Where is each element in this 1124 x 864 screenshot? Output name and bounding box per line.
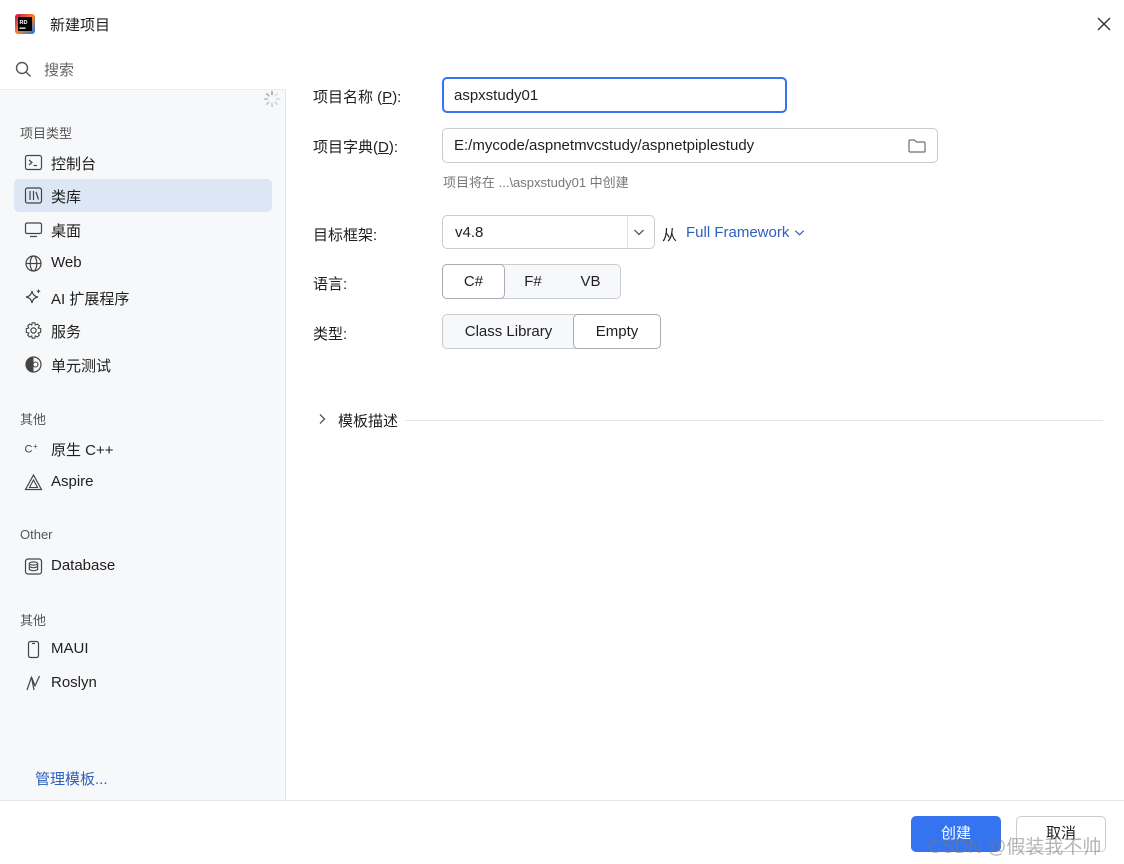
sidebar-item-label: 服务 <box>51 324 82 341</box>
search-icon <box>15 61 31 77</box>
chevron-down-icon <box>795 230 805 236</box>
sidebar-item-desktop[interactable]: 桌面 <box>14 213 272 246</box>
sidebar-item-database[interactable]: Database <box>14 550 272 583</box>
console-icon <box>24 154 43 171</box>
cpp-icon: C + <box>25 442 39 456</box>
project-type-sidebar: 项目类型 控制台 类库 桌面 Web <box>0 48 286 800</box>
title-bar: RD 新建项目 <box>0 0 1124 48</box>
type-label: 类型: <box>313 326 348 343</box>
gear-icon <box>25 322 42 339</box>
group-header-other-1: 其他 <box>20 412 47 427</box>
type-option-empty[interactable]: Empty <box>573 314 661 349</box>
target-framework-value: v4.8 <box>455 224 484 241</box>
type-segmented-control: Class Library Empty <box>442 314 661 349</box>
project-dir-field <box>442 128 938 163</box>
select-divider <box>627 216 628 248</box>
globe-icon <box>25 255 42 272</box>
sidebar-item-label: Database <box>51 557 116 574</box>
language-option-fsharp[interactable]: F# <box>505 264 561 299</box>
sidebar-item-console[interactable]: 控制台 <box>14 146 272 179</box>
sparkle-icon <box>25 289 41 304</box>
roslyn-icon <box>26 675 41 691</box>
language-option-vb[interactable]: VB <box>561 264 620 299</box>
target-framework-label: 目标框架: <box>313 227 378 244</box>
language-label: 语言: <box>313 276 348 293</box>
sidebar-item-label: 桌面 <box>51 223 82 240</box>
watermark: CSDN @假装我不帅 <box>928 837 1102 858</box>
desktop-icon <box>24 222 43 238</box>
project-dir-hint: 项目将在 ...\aspxstudy01 中创建 <box>443 175 629 190</box>
sidebar-item-roslyn[interactable]: Roslyn <box>14 667 272 700</box>
project-dir-input[interactable] <box>443 129 898 162</box>
project-name-input[interactable] <box>442 77 787 113</box>
sidebar-item-ai-extension[interactable]: AI 扩展程序 <box>14 281 272 314</box>
sidebar-item-unit-test[interactable]: 单元测试 <box>14 348 272 381</box>
sidebar-item-label: 单元测试 <box>51 358 112 375</box>
framework-type-dropdown[interactable]: Full Framework <box>686 224 805 241</box>
group-header-other-3: 其他 <box>20 613 47 628</box>
search-input[interactable] <box>44 58 264 82</box>
chevron-down-icon <box>634 229 644 236</box>
group-header-project-types: 项目类型 <box>20 126 73 141</box>
sidebar-item-label: AI 扩展程序 <box>51 291 130 308</box>
group-header-other-2: Other <box>20 527 53 542</box>
language-segmented-control: C# F# VB <box>442 264 621 299</box>
project-name-label: 项目名称 (P): <box>313 89 402 106</box>
sidebar-item-service[interactable]: 服务 <box>14 314 272 347</box>
sidebar-item-label: 类库 <box>51 189 82 206</box>
sidebar-item-label: Roslyn <box>51 674 97 691</box>
svg-text:RD: RD <box>20 20 28 26</box>
loading-spinner-icon <box>263 90 281 108</box>
framework-from-label: 从 <box>662 227 678 244</box>
svg-text:+: + <box>33 442 38 451</box>
sidebar-item-native-cpp[interactable]: C + 原生 C++ <box>14 432 272 465</box>
sidebar-item-label: 原生 C++ <box>51 442 114 459</box>
sidebar-item-aspire[interactable]: Aspire <box>14 466 272 499</box>
type-option-class-library[interactable]: Class Library <box>443 314 574 349</box>
sidebar-item-label: Aspire <box>51 473 94 490</box>
template-description-expander[interactable]: 模板描述 <box>313 408 1103 432</box>
sidebar-item-label: Web <box>51 254 82 271</box>
target-framework-select[interactable]: v4.8 <box>442 215 655 249</box>
project-dir-label: 项目字典(D): <box>313 139 399 156</box>
sidebar-item-label: MAUI <box>51 640 89 657</box>
search-box <box>0 48 286 90</box>
rider-logo-icon: RD <box>15 14 35 34</box>
chevron-right-icon <box>319 414 326 424</box>
library-icon <box>24 187 43 204</box>
sidebar-item-library[interactable]: 类库 <box>14 179 272 212</box>
sidebar-item-web[interactable]: Web <box>14 247 272 280</box>
svg-text:C: C <box>25 444 33 456</box>
template-description-label: 模板描述 <box>338 413 399 430</box>
database-icon <box>24 558 43 575</box>
window-title: 新建项目 <box>50 17 111 34</box>
sidebar-item-label: 控制台 <box>51 156 97 173</box>
folder-icon[interactable] <box>907 136 927 156</box>
aspire-icon <box>24 473 43 491</box>
close-icon[interactable] <box>1092 12 1116 36</box>
unit-test-icon <box>25 356 42 373</box>
mobile-icon <box>27 640 40 659</box>
project-settings-form: 项目名称 (P): 项目字典(D): 项目将在 ...\aspxstudy01 … <box>287 48 1124 800</box>
language-option-csharp[interactable]: C# <box>442 264 505 299</box>
section-divider <box>405 420 1103 421</box>
sidebar-item-maui[interactable]: MAUI <box>14 633 272 666</box>
manage-templates-link[interactable]: 管理模板... <box>35 768 108 789</box>
